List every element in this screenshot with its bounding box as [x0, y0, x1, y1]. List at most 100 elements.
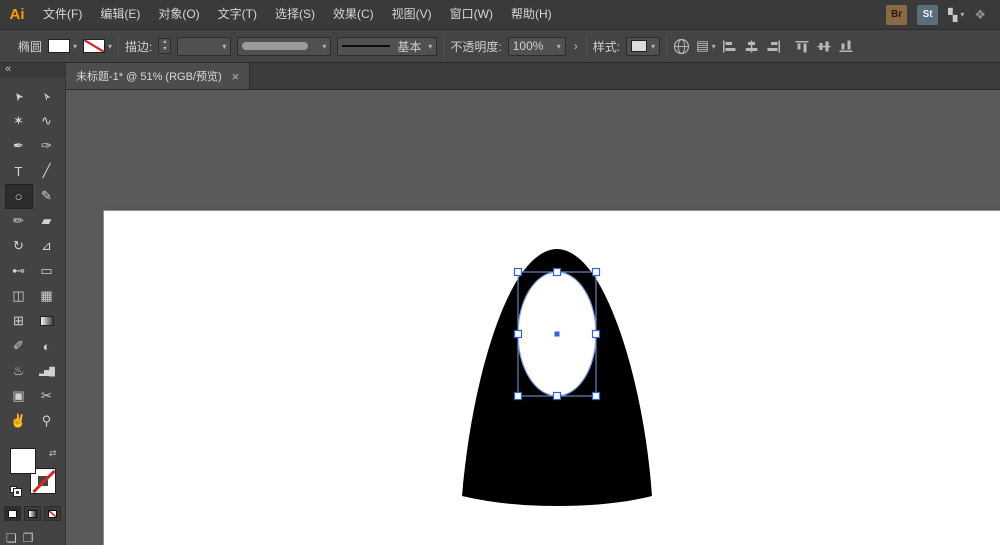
chevron-down-icon: ▾: [428, 42, 432, 51]
document-area: 未标题-1* @ 51% (RGB/预览) ×: [66, 63, 1000, 545]
menu-item-help[interactable]: 帮助(H): [502, 0, 561, 29]
separator: [586, 35, 587, 57]
selection-handle-middle-left[interactable]: [515, 331, 522, 338]
stock-button[interactable]: St: [917, 5, 938, 25]
pen-tool[interactable]: ✒: [5, 134, 33, 159]
fill-indicator[interactable]: [10, 448, 36, 474]
workspace-switcher[interactable]: ▚ ▾: [948, 8, 964, 22]
menu-items: 文件(F) 编辑(E) 对象(O) 文字(T) 选择(S) 效果(C) 视图(V…: [34, 0, 561, 29]
align-left-button[interactable]: [722, 40, 737, 53]
style-label: 样式:: [593, 38, 620, 55]
lasso-tool[interactable]: ∿: [33, 109, 61, 134]
slice-tool[interactable]: ✂: [33, 384, 61, 409]
scale-tool[interactable]: ⊿: [33, 234, 61, 259]
color-mode-button[interactable]: [4, 506, 21, 521]
swap-fill-stroke-icon[interactable]: ⇄: [49, 448, 57, 459]
artboard[interactable]: [104, 211, 1000, 545]
selection-handle-top-left[interactable]: [515, 269, 522, 276]
tab-close-icon[interactable]: ×: [232, 70, 240, 83]
menubar: Ai 文件(F) 编辑(E) 对象(O) 文字(T) 选择(S) 效果(C) 视…: [0, 0, 1000, 30]
stroke-weight-stepper[interactable]: ▴ ▾: [158, 38, 171, 54]
selection-center-point[interactable]: [555, 332, 560, 337]
gradient-tool[interactable]: [33, 309, 61, 334]
document-tab[interactable]: 未标题-1* @ 51% (RGB/预览) ×: [66, 63, 250, 89]
draw-mode-icon[interactable]: ❏: [6, 531, 17, 545]
selection-handle-middle-right[interactable]: [593, 331, 600, 338]
width-tool[interactable]: ⊷: [5, 259, 33, 284]
chevron-down-icon: ▾: [73, 42, 77, 51]
line-segment-tool[interactable]: ╱: [33, 159, 61, 184]
eyedropper-tool[interactable]: ✐: [5, 334, 33, 359]
selection-tool[interactable]: ➤: [5, 84, 33, 109]
curvature-tool[interactable]: ✑: [33, 134, 61, 159]
default-fill-stroke-icon[interactable]: [10, 486, 24, 496]
free-transform-tool[interactable]: ▭: [33, 259, 61, 284]
curvature-tool-icon: ✑: [41, 138, 52, 154]
screen-mode-icon[interactable]: ❐: [23, 531, 34, 545]
selection-handle-top-right[interactable]: [593, 269, 600, 276]
hand-tool[interactable]: ✌: [5, 409, 33, 434]
rotate-tool[interactable]: ↻: [5, 234, 33, 259]
gradient-tool-icon: [40, 316, 54, 326]
align-horizontal-center-button[interactable]: [744, 40, 759, 53]
stepper-up-icon[interactable]: ▴: [159, 39, 170, 46]
stroke-weight-select[interactable]: ▾: [177, 37, 231, 56]
symbol-sprayer-tool[interactable]: ♨: [5, 359, 33, 384]
paintbrush-tool[interactable]: ✎: [33, 184, 61, 209]
align-right-button[interactable]: [766, 40, 781, 53]
selection-handle-bottom-center[interactable]: [554, 393, 561, 400]
eyedropper-tool-icon: ✐: [13, 338, 24, 354]
mesh-tool[interactable]: ⊞: [5, 309, 33, 334]
menu-item-view[interactable]: 视图(V): [383, 0, 441, 29]
type-tool-icon: T: [15, 164, 23, 179]
shaper-tool[interactable]: ✏: [5, 209, 33, 234]
eraser-tool[interactable]: ▰: [33, 209, 61, 234]
stroke-color-dropdown[interactable]: ▾: [83, 39, 112, 53]
menu-item-effect[interactable]: 效果(C): [324, 0, 383, 29]
fill-stroke-indicator: ⇄: [10, 448, 56, 494]
lasso-tool-icon: ∿: [41, 113, 52, 129]
menu-item-type[interactable]: 文字(T): [209, 0, 266, 29]
none-mode-button[interactable]: [44, 506, 61, 521]
magic-wand-tool[interactable]: ✶: [5, 109, 33, 134]
width-profile-dropdown[interactable]: ▾: [237, 37, 331, 56]
none-chip: [48, 510, 57, 518]
ellipse-tool[interactable]: ○: [5, 184, 33, 209]
direct-selection-tool[interactable]: ➢: [33, 84, 61, 109]
toolbar-collapse-button[interactable]: «: [0, 63, 65, 78]
gradient-mode-button[interactable]: [24, 506, 41, 521]
graphic-style-dropdown[interactable]: ▾: [626, 37, 660, 56]
artboard-tool[interactable]: ▣: [5, 384, 33, 409]
perspective-grid-tool[interactable]: ▦: [33, 284, 61, 309]
menu-item-edit[interactable]: 编辑(E): [91, 0, 149, 29]
opacity-value: 100%: [513, 39, 544, 53]
bridge-button[interactable]: Br: [886, 5, 907, 25]
column-graph-tool[interactable]: ▂▅█: [33, 359, 61, 384]
brush-definition-dropdown[interactable]: 基本 ▾: [337, 37, 437, 56]
fill-color-dropdown[interactable]: ▾: [48, 39, 77, 53]
align-bottom-button[interactable]: [839, 40, 854, 53]
menu-item-window[interactable]: 窗口(W): [441, 0, 502, 29]
width-tool-icon: ⊷: [12, 263, 25, 279]
selection-handle-bottom-left[interactable]: [515, 393, 522, 400]
menu-item-object[interactable]: 对象(O): [149, 0, 208, 29]
stepper-down-icon[interactable]: ▾: [159, 46, 170, 53]
recolor-artwork-button[interactable]: [673, 38, 690, 55]
selection-handle-top-center[interactable]: [554, 269, 561, 276]
menu-item-file[interactable]: 文件(F): [34, 0, 91, 29]
shape-builder-tool[interactable]: ◫: [5, 284, 33, 309]
type-tool[interactable]: T: [5, 159, 33, 184]
mesh-tool-icon: ⊞: [13, 313, 24, 329]
pen-tool-icon: ✒: [13, 138, 24, 154]
opacity-field[interactable]: 100% ▾: [508, 37, 566, 56]
align-options-dropdown[interactable]: ▤ ▾: [696, 38, 716, 54]
canvas-pasteboard[interactable]: [66, 90, 1000, 545]
share-icon[interactable]: ❖: [974, 7, 986, 23]
opacity-panel-arrow[interactable]: ›: [572, 39, 580, 53]
align-vertical-center-button[interactable]: [817, 40, 832, 53]
blend-tool[interactable]: ◐: [33, 334, 61, 359]
zoom-tool[interactable]: ⚲: [33, 409, 61, 434]
align-top-button[interactable]: [795, 40, 810, 53]
menu-item-select[interactable]: 选择(S): [266, 0, 324, 29]
selection-handle-bottom-right[interactable]: [593, 393, 600, 400]
